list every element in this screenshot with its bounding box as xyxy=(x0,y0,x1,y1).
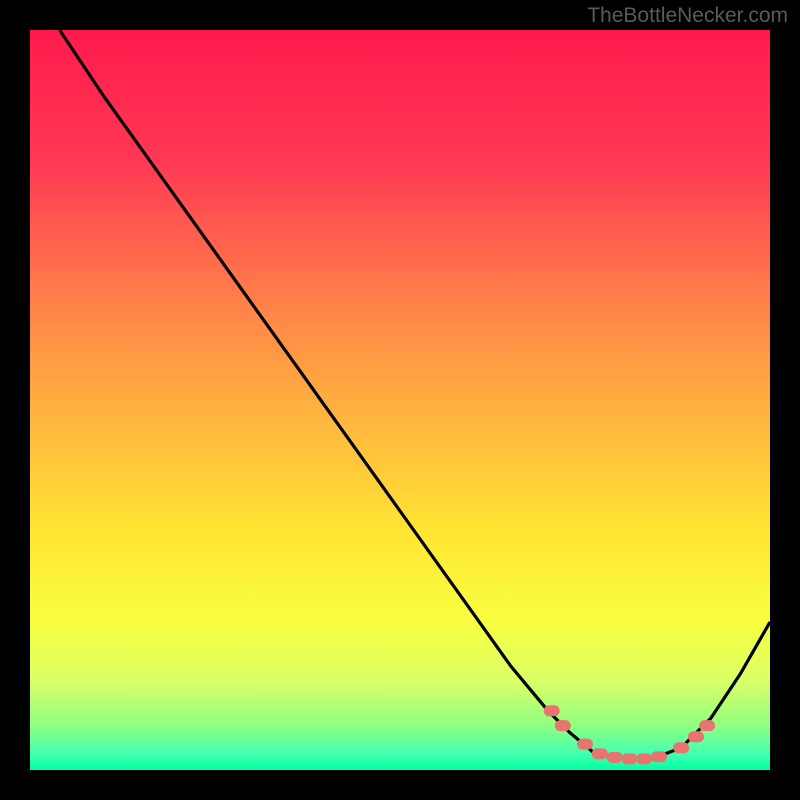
marker-dot xyxy=(555,720,571,731)
marker-dot xyxy=(699,720,715,731)
plot-area xyxy=(30,30,770,770)
curve-layer xyxy=(30,30,770,770)
optimal-zone-markers xyxy=(544,705,715,764)
marker-dot xyxy=(592,748,608,759)
marker-dot xyxy=(621,753,637,764)
bottleneck-curve xyxy=(60,30,770,759)
marker-dot xyxy=(673,742,689,753)
watermark-text: TheBottleNecker.com xyxy=(587,4,788,28)
marker-dot xyxy=(544,705,560,716)
marker-dot xyxy=(636,753,652,764)
marker-dot xyxy=(607,752,623,763)
marker-dot xyxy=(688,731,704,742)
marker-dot xyxy=(651,751,667,762)
marker-dot xyxy=(577,739,593,750)
